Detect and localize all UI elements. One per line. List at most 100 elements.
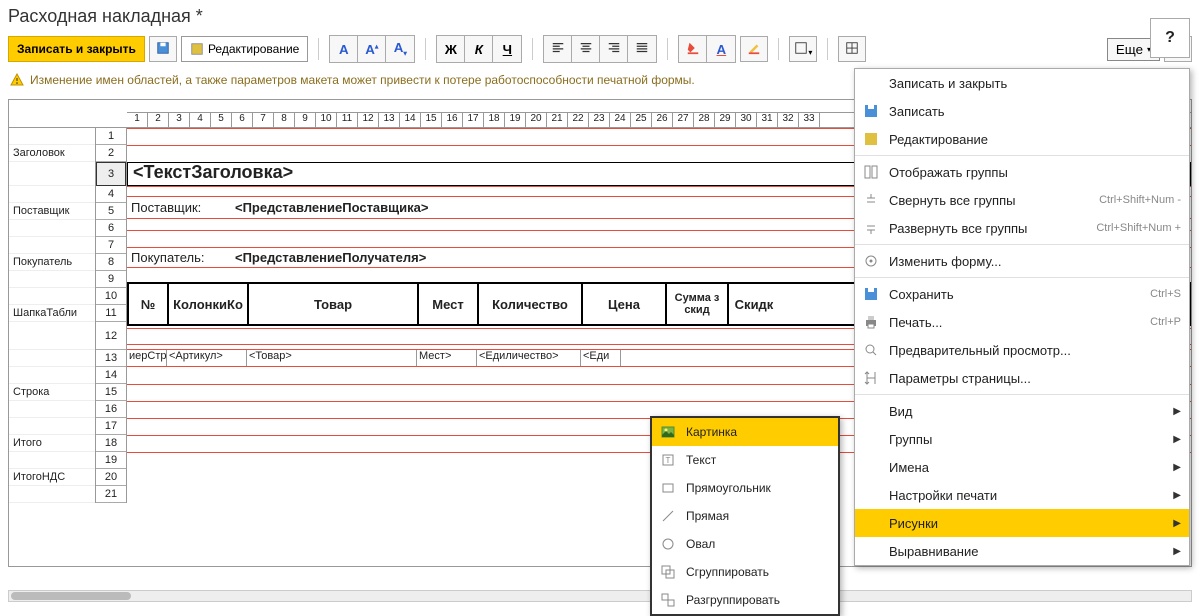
menu-item[interactable]: Имена▶ bbox=[855, 453, 1189, 481]
row-number[interactable]: 7 bbox=[96, 237, 126, 254]
col-header[interactable]: 11 bbox=[337, 113, 358, 127]
row-number[interactable]: 16 bbox=[96, 401, 126, 418]
save-button[interactable] bbox=[149, 36, 177, 62]
header-template-text[interactable]: <ТекстЗаголовка> bbox=[133, 162, 293, 183]
menu-item[interactable]: Отображать группы bbox=[855, 158, 1189, 186]
col-header[interactable]: 18 bbox=[484, 113, 505, 127]
col-header[interactable]: 32 bbox=[778, 113, 799, 127]
col-header[interactable]: 3 bbox=[169, 113, 190, 127]
submenu-item[interactable]: Сгруппировать bbox=[652, 558, 838, 586]
row-number[interactable]: 21 bbox=[96, 486, 126, 503]
col-header[interactable]: 23 bbox=[589, 113, 610, 127]
col-header[interactable]: 22 bbox=[568, 113, 589, 127]
col-header[interactable]: 28 bbox=[694, 113, 715, 127]
row-number[interactable]: 1 bbox=[96, 128, 126, 145]
buyer-template[interactable]: <ПредставлениеПолучателя> bbox=[235, 250, 426, 265]
row-number[interactable]: 2 bbox=[96, 145, 126, 162]
col-header[interactable]: 24 bbox=[610, 113, 631, 127]
menu-item[interactable]: Настройки печати▶ bbox=[855, 481, 1189, 509]
col-header[interactable]: 17 bbox=[463, 113, 484, 127]
horizontal-scrollbar[interactable] bbox=[8, 590, 1192, 602]
menu-item[interactable]: Записать и закрыть bbox=[855, 69, 1189, 97]
row-number[interactable]: 10 bbox=[96, 288, 126, 305]
menu-item[interactable]: Свернуть все группыCtrl+Shift+Num - bbox=[855, 186, 1189, 214]
row-numbers[interactable]: 123456789101112131415161718192021 bbox=[95, 128, 127, 503]
row-number[interactable]: 6 bbox=[96, 220, 126, 237]
row-number[interactable]: 18 bbox=[96, 435, 126, 452]
col-header[interactable]: 2 bbox=[148, 113, 169, 127]
col-header[interactable]: 7 bbox=[253, 113, 274, 127]
row-number[interactable]: 17 bbox=[96, 418, 126, 435]
col-header[interactable]: 12 bbox=[358, 113, 379, 127]
col-header[interactable]: 10 bbox=[316, 113, 337, 127]
submenu-item[interactable]: Картинка bbox=[652, 418, 838, 446]
supplier-template[interactable]: <ПредставлениеПоставщика> bbox=[235, 200, 428, 215]
submenu-item[interactable]: Овал bbox=[652, 530, 838, 558]
col-header[interactable]: 4 bbox=[190, 113, 211, 127]
edit-mode-button[interactable]: Редактирование bbox=[181, 36, 308, 62]
row-number[interactable]: 19 bbox=[96, 452, 126, 469]
bold-button[interactable]: Ж bbox=[437, 36, 465, 62]
col-header[interactable]: 29 bbox=[715, 113, 736, 127]
row-number[interactable]: 20 bbox=[96, 469, 126, 486]
col-header[interactable]: 8 bbox=[274, 113, 295, 127]
submenu-item[interactable]: Разгруппировать bbox=[652, 586, 838, 614]
col-header[interactable]: 30 bbox=[736, 113, 757, 127]
col-header[interactable]: 33 bbox=[799, 113, 820, 127]
menu-item[interactable]: СохранитьCtrl+S bbox=[855, 280, 1189, 308]
row-number[interactable]: 3 bbox=[96, 162, 126, 186]
row-number[interactable]: 13 bbox=[96, 350, 126, 367]
row-number[interactable]: 9 bbox=[96, 271, 126, 288]
align-right-button[interactable] bbox=[600, 36, 628, 62]
menu-item[interactable]: Печать...Ctrl+P bbox=[855, 308, 1189, 336]
submenu-item[interactable]: Прямая bbox=[652, 502, 838, 530]
cells-button[interactable] bbox=[838, 36, 866, 62]
col-header[interactable]: 6 bbox=[232, 113, 253, 127]
font-increase-button[interactable]: А▴ bbox=[358, 36, 386, 62]
col-header[interactable]: 21 bbox=[547, 113, 568, 127]
drawings-submenu[interactable]: КартинкаTТекстПрямоугольникПрямаяОвалСгр… bbox=[650, 416, 840, 616]
submenu-item[interactable]: TТекст bbox=[652, 446, 838, 474]
col-header[interactable]: 14 bbox=[400, 113, 421, 127]
align-justify-button[interactable] bbox=[628, 36, 656, 62]
menu-item[interactable]: Записать bbox=[855, 97, 1189, 125]
fill-color-button[interactable] bbox=[679, 36, 707, 62]
row-number[interactable]: 15 bbox=[96, 384, 126, 401]
col-header[interactable]: 25 bbox=[631, 113, 652, 127]
col-header[interactable]: 9 bbox=[295, 113, 316, 127]
font-normal-button[interactable]: А bbox=[330, 36, 358, 62]
col-header[interactable]: 16 bbox=[442, 113, 463, 127]
col-header[interactable]: 31 bbox=[757, 113, 778, 127]
col-header[interactable]: 26 bbox=[652, 113, 673, 127]
menu-item[interactable]: Редактирование bbox=[855, 125, 1189, 153]
borders-button[interactable]: ▾ bbox=[789, 36, 817, 62]
col-header[interactable]: 27 bbox=[673, 113, 694, 127]
menu-item[interactable]: Группы▶ bbox=[855, 425, 1189, 453]
more-dropdown-menu[interactable]: Записать и закрытьЗаписатьРедактирование… bbox=[854, 68, 1190, 566]
col-header[interactable]: 13 bbox=[379, 113, 400, 127]
col-header[interactable]: 1 bbox=[127, 113, 148, 127]
underline-button[interactable]: Ч bbox=[493, 36, 521, 62]
menu-item[interactable]: Изменить форму... bbox=[855, 247, 1189, 275]
text-color-button[interactable]: А bbox=[707, 36, 735, 62]
menu-item[interactable]: Рисунки▶ bbox=[855, 509, 1189, 537]
italic-button[interactable]: К bbox=[465, 36, 493, 62]
row-number[interactable]: 11 bbox=[96, 305, 126, 322]
help-corner-button[interactable]: ? bbox=[1150, 18, 1190, 58]
align-center-button[interactable] bbox=[572, 36, 600, 62]
col-header[interactable]: 20 bbox=[526, 113, 547, 127]
menu-item[interactable]: Предварительный просмотр... bbox=[855, 336, 1189, 364]
row-number[interactable]: 12 bbox=[96, 322, 126, 350]
align-left-button[interactable] bbox=[544, 36, 572, 62]
col-header[interactable]: 5 bbox=[211, 113, 232, 127]
row-number[interactable]: 4 bbox=[96, 186, 126, 203]
row-number[interactable]: 5 bbox=[96, 203, 126, 220]
border-color-button[interactable] bbox=[740, 36, 768, 62]
font-decrease-button[interactable]: А▾ bbox=[386, 36, 414, 62]
menu-item[interactable]: Развернуть все группыCtrl+Shift+Num + bbox=[855, 214, 1189, 242]
col-header[interactable]: 19 bbox=[505, 113, 526, 127]
menu-item[interactable]: Вид▶ bbox=[855, 397, 1189, 425]
save-close-button[interactable]: Записать и закрыть bbox=[8, 36, 145, 62]
menu-item[interactable]: Выравнивание▶ bbox=[855, 537, 1189, 565]
col-header[interactable]: 15 bbox=[421, 113, 442, 127]
